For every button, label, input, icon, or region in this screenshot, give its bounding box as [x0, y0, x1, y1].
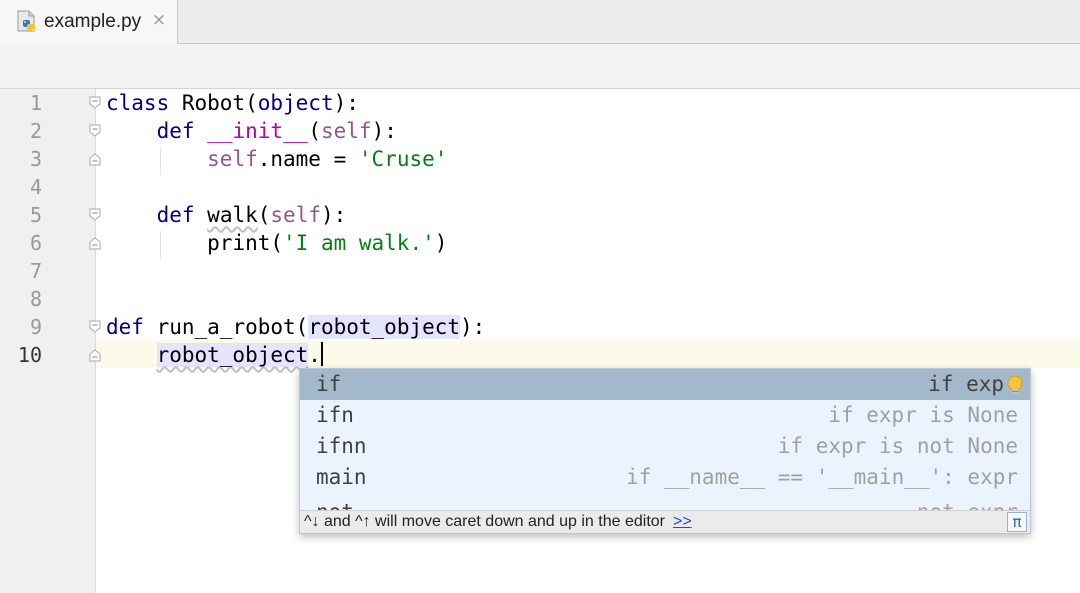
- line-number: 9: [29, 315, 42, 339]
- keyword: def: [156, 203, 195, 227]
- code-text: .name =: [257, 147, 359, 171]
- python-file-icon: [14, 9, 40, 35]
- string-literal: 'I am walk.': [283, 231, 435, 255]
- code-text: print(: [207, 231, 284, 255]
- completion-item-desc: if exp: [928, 372, 1004, 396]
- code-text: (: [308, 119, 321, 143]
- completion-item-desc: if expr is not None: [777, 434, 1018, 458]
- keyword: class: [106, 91, 170, 115]
- editor-tab-bar: example.py ×: [0, 0, 1080, 44]
- completion-item-name: ifn: [316, 403, 354, 427]
- parameter-highlight: robot_object: [156, 343, 309, 367]
- line-number: 1: [29, 91, 42, 115]
- line-number: 7: [29, 259, 42, 283]
- code-text: run_a_robot(: [143, 315, 309, 339]
- completion-item[interactable]: ifn if expr is None: [300, 400, 1030, 431]
- hint-more-link[interactable]: >>: [673, 513, 692, 530]
- lightbulb-icon[interactable]: [1006, 375, 1024, 397]
- line-number-current: 10: [17, 343, 42, 367]
- line-number: 4: [29, 175, 42, 199]
- completion-footer: ^↓ and ^↑ will move caret down and up in…: [300, 510, 1030, 533]
- code-line-5[interactable]: def walk(self):: [106, 201, 347, 229]
- line-number: 6: [29, 231, 42, 255]
- line-number: 5: [29, 203, 42, 227]
- tab-example-py[interactable]: example.py ×: [0, 0, 178, 44]
- line-number: 3: [29, 147, 42, 171]
- fold-open-icon[interactable]: [88, 96, 102, 110]
- keyword: def: [106, 315, 144, 339]
- tab-title: example.py: [44, 11, 142, 32]
- code-line-10[interactable]: robot_object.: [106, 341, 323, 369]
- function-name: walk: [207, 203, 258, 227]
- code-text: ): [434, 231, 448, 255]
- completion-item-name: ifnn: [316, 434, 367, 458]
- text-caret: [320, 342, 323, 366]
- line-number: 8: [29, 287, 42, 311]
- completion-hint: ^↓ and ^↑ will move caret down and up in…: [304, 511, 692, 533]
- code-text: ):: [333, 91, 359, 115]
- parameter-highlight: robot_object: [308, 315, 461, 339]
- code-line-1[interactable]: class Robot(object):: [106, 89, 359, 117]
- code-text: ):: [320, 203, 347, 227]
- magic-method: __init__: [207, 119, 309, 143]
- line-number: 2: [29, 119, 42, 143]
- completion-popup[interactable]: if if exp ifn if expr is None ifnn if ex…: [299, 368, 1031, 534]
- completion-item-selected[interactable]: if if exp: [300, 369, 1030, 400]
- self-param: self: [207, 147, 258, 171]
- builtin-name: object: [257, 91, 334, 115]
- close-icon[interactable]: ×: [150, 11, 168, 29]
- keyword: def: [156, 119, 195, 143]
- completion-item-name: main: [316, 465, 367, 489]
- completion-item[interactable]: main if __name__ == '__main__': expr: [300, 462, 1030, 493]
- line-number-gutter: 1 2 3 4 5 6 7 8 9 10: [0, 89, 96, 593]
- hint-text: ^↓ and ^↑ will move caret down and up in…: [304, 513, 665, 530]
- fold-end-icon[interactable]: [88, 152, 102, 166]
- pi-icon[interactable]: π: [1007, 512, 1027, 532]
- completion-item-desc: if expr is None: [828, 403, 1018, 427]
- code-line-2[interactable]: def __init__(self):: [106, 117, 397, 145]
- fold-open-icon[interactable]: [88, 320, 102, 334]
- code-text: (: [257, 203, 271, 227]
- fold-end-icon[interactable]: [88, 348, 102, 362]
- fold-end-icon[interactable]: [88, 236, 102, 250]
- fold-open-icon[interactable]: [88, 124, 102, 138]
- editor-breadcrumb-bar: [0, 44, 1080, 89]
- fold-open-icon[interactable]: [88, 208, 102, 222]
- completion-item-name: if: [316, 372, 342, 396]
- completion-item[interactable]: ifnn if expr is not None: [300, 431, 1030, 462]
- completion-item-desc: if __name__ == '__main__': expr: [626, 465, 1018, 489]
- code-line-9[interactable]: def run_a_robot(robot_object):: [106, 313, 485, 341]
- code-text: ):: [371, 119, 397, 143]
- string-literal: 'Cruse': [358, 147, 448, 171]
- code-text: .: [308, 343, 321, 367]
- code-line-3[interactable]: self.name = 'Cruse': [106, 145, 447, 173]
- self-param: self: [320, 119, 372, 143]
- code-text: ):: [460, 315, 486, 339]
- self-param: self: [270, 203, 321, 227]
- code-text: Robot(: [169, 91, 258, 115]
- code-line-6[interactable]: print('I am walk.'): [106, 229, 447, 257]
